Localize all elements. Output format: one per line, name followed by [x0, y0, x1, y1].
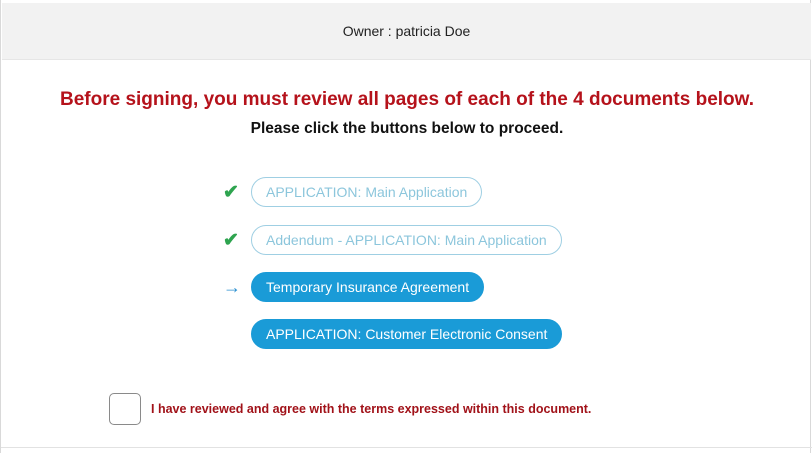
- check-icon: ✔: [223, 181, 239, 203]
- review-instruction-headline: Before signing, you must review all page…: [60, 89, 754, 110]
- document-button-main-application[interactable]: APPLICATION: Main Application: [251, 177, 483, 207]
- document-row-electronic-consent: APPLICATION: Customer Electronic Consent: [223, 319, 563, 349]
- document-row-main-application: ✔ APPLICATION: Main Application: [223, 177, 483, 207]
- arrow-right-icon: →: [223, 277, 241, 297]
- document-row-addendum: ✔ Addendum - APPLICATION: Main Applicati…: [223, 225, 562, 255]
- owner-header: Owner : patricia Doe: [2, 3, 811, 60]
- check-icon: ✔: [223, 229, 239, 251]
- bottom-divider: [1, 447, 812, 448]
- document-row-temporary-insurance: → Temporary Insurance Agreement: [223, 272, 485, 302]
- owner-label: Owner : patricia Doe: [342, 23, 471, 39]
- signing-panel: Owner : patricia Doe Before signing, you…: [0, 0, 812, 453]
- agree-checkbox[interactable]: [109, 393, 141, 425]
- document-button-temporary-insurance[interactable]: Temporary Insurance Agreement: [251, 272, 485, 302]
- document-button-addendum[interactable]: Addendum - APPLICATION: Main Application: [251, 225, 562, 255]
- agree-label: I have reviewed and agree with the terms…: [151, 402, 592, 416]
- proceed-instruction: Please click the buttons below to procee…: [250, 120, 564, 137]
- document-button-electronic-consent[interactable]: APPLICATION: Customer Electronic Consent: [251, 319, 563, 349]
- agreement-row: I have reviewed and agree with the terms…: [109, 393, 591, 425]
